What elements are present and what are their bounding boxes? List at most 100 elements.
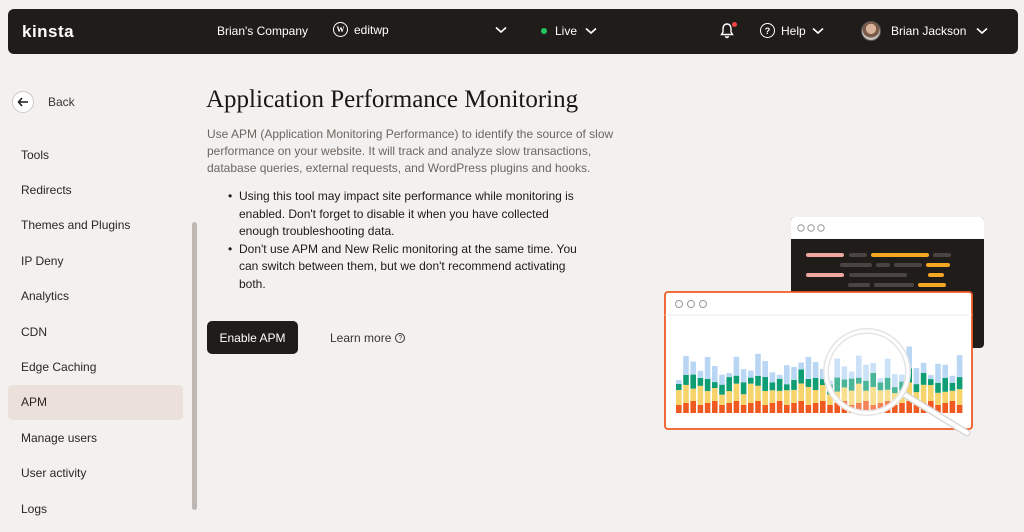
help-menu[interactable]: ? Help — [760, 23, 824, 38]
illustration-bar-segment — [784, 365, 790, 385]
illustration-bar-segment — [697, 405, 704, 413]
sidebar-item-tools[interactable]: Tools — [8, 137, 183, 172]
illustration-bar-segment — [928, 385, 934, 401]
enable-apm-button[interactable]: Enable APM — [207, 321, 298, 354]
sidebar-item-themes-and-plugins[interactable]: Themes and Plugins — [8, 208, 183, 243]
illustration-bar-segment — [762, 390, 768, 405]
illustration-bar-segment — [676, 390, 682, 405]
illustration-bar-segment — [769, 372, 776, 383]
warning-list: Using this tool may impact site performa… — [228, 188, 578, 293]
illustration-bar-segment — [683, 403, 689, 413]
illustration-bar-segment — [719, 394, 725, 405]
illustration-bar-segment — [733, 383, 740, 401]
illustration-bar-segment — [748, 377, 754, 384]
sidebar-item-user-activity[interactable]: User activity — [8, 456, 183, 491]
site-selector[interactable]: W editwp — [333, 22, 389, 37]
user-name: Brian Jackson — [891, 24, 967, 38]
sidebar-item-redirects[interactable]: Redirects — [8, 172, 183, 207]
illustration-bar-segment — [704, 403, 711, 413]
illustration-bar-segment — [942, 377, 948, 392]
illustration-bar-segment — [719, 374, 725, 385]
illustration-bar-segment — [776, 374, 783, 379]
illustration-bar-segment — [769, 403, 776, 413]
sidebar-item-manage-users[interactable]: Manage users — [8, 420, 183, 455]
chevron-down-icon[interactable] — [495, 23, 507, 37]
illustration-bar-segment — [913, 368, 920, 385]
illustration-bar-segment — [784, 384, 790, 391]
user-menu[interactable]: Brian Jackson — [861, 21, 988, 41]
sidebar-item-ip-deny[interactable]: IP Deny — [8, 243, 183, 278]
illustration-bar-segment — [956, 389, 963, 405]
learn-more-link[interactable]: Learn more ? — [330, 331, 406, 345]
sidebar-item-edge-caching[interactable]: Edge Caching — [8, 349, 183, 384]
illustration-bar-segment — [740, 369, 747, 383]
illustration-bar-segment — [755, 375, 761, 386]
illustration-bar-segment — [928, 375, 934, 380]
illustration-bar-segment — [920, 384, 927, 403]
illustration-bar-segment — [712, 366, 718, 383]
illustration-bar-segment — [697, 377, 704, 386]
illustration-bar-segment — [805, 378, 812, 387]
illustration-bar-segment — [812, 403, 819, 413]
illustration-bar-segment — [942, 364, 948, 378]
illustration-bar-segment — [748, 370, 754, 378]
illustration-bar-segment — [719, 405, 725, 413]
help-icon: ? — [760, 23, 775, 38]
illustration-bar-segment — [690, 361, 696, 375]
illustration-bar-segment — [820, 385, 826, 401]
illustration-bar-segment — [690, 374, 696, 389]
chevron-down-icon — [812, 27, 824, 34]
illustration-bar-segment — [791, 403, 797, 413]
illustration-bar-segment — [798, 383, 804, 401]
notifications-button[interactable] — [719, 22, 737, 40]
illustration-bar-segment — [762, 376, 768, 391]
arrow-left-icon — [12, 91, 34, 113]
illustration-bar-segment — [740, 405, 747, 413]
illustration-bar-segment — [712, 401, 718, 413]
illustration-bar-segment — [820, 401, 826, 413]
list-item: Don't use APM and New Relic monitoring a… — [228, 241, 578, 294]
illustration-bar-segment — [740, 382, 747, 395]
illustration-bar-segment — [733, 401, 740, 413]
back-button[interactable]: Back — [12, 91, 75, 113]
illustration-bar-segment — [776, 401, 783, 413]
sidebar-scrollbar-thumb[interactable] — [192, 222, 197, 510]
illustration-bar-segment — [906, 401, 912, 413]
illustration-bar-segment — [769, 382, 776, 391]
help-icon: ? — [395, 333, 406, 343]
illustration-bar-segment — [712, 382, 718, 389]
sidebar-item-cdn[interactable]: CDN — [8, 314, 183, 349]
illustration-bar-segment — [776, 390, 783, 401]
illustration-bar-segment — [956, 377, 963, 390]
illustration-bar-segment — [683, 384, 689, 403]
illustration-bar-segment — [791, 366, 797, 380]
sidebar-item-analytics[interactable]: Analytics — [8, 279, 183, 314]
illustration-bar-segment — [798, 369, 804, 384]
company-selector[interactable]: Brian's Company — [217, 24, 308, 38]
live-status-dot — [541, 28, 547, 34]
illustration-bar-segment — [935, 363, 941, 383]
apm-illustration — [664, 217, 984, 437]
illustration-bar-segment — [949, 401, 956, 413]
chevron-down-icon — [976, 27, 988, 35]
illustration-bar-segment — [719, 384, 725, 395]
learn-more-label: Learn more — [330, 331, 392, 345]
illustration-bar-segment — [676, 384, 682, 390]
sidebar-item-apm[interactable]: APM — [8, 384, 183, 421]
sidebar-item-logs[interactable]: Logs — [8, 491, 183, 526]
illustration-bar-segment — [683, 374, 689, 385]
sidebar-nav: Tools Redirects Themes and Plugins IP De… — [8, 137, 183, 526]
avatar — [861, 21, 881, 41]
illustration-bar-segment — [812, 390, 819, 403]
illustration-bar-segment — [755, 401, 761, 413]
illustration-bar-segment — [748, 383, 754, 403]
illustration-bar-segment — [676, 380, 682, 384]
illustration-bar-segment — [805, 386, 812, 405]
illustration-bar-segment — [697, 370, 704, 378]
illustration-bar-segment — [949, 382, 956, 391]
top-navigation-bar: kinsta Brian's Company W editwp Live ? H… — [8, 9, 1018, 54]
illustration-bar-segment — [942, 403, 948, 413]
environment-selector[interactable]: Live — [541, 24, 597, 38]
kinsta-logo[interactable]: kinsta — [22, 22, 74, 42]
illustration-bar-segment — [784, 405, 790, 413]
